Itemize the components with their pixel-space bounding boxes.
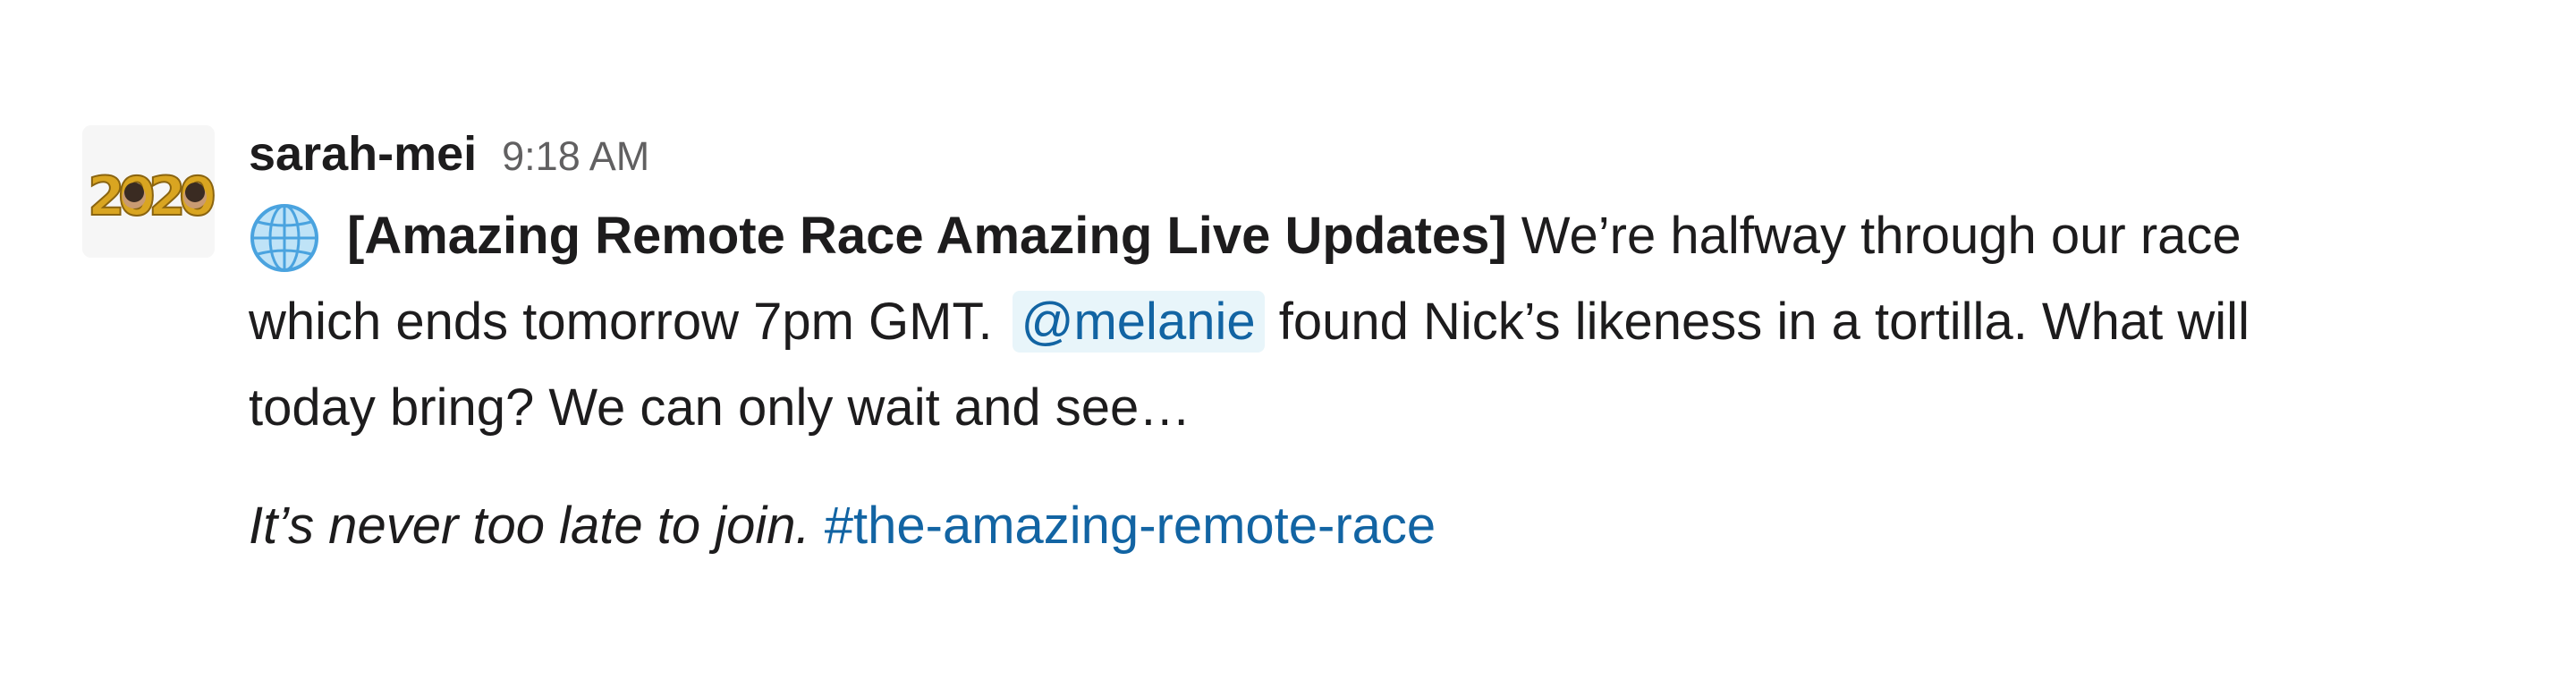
avatar[interactable]: 2 0 2 0 bbox=[82, 125, 215, 258]
channel-link[interactable]: #the-amazing-remote-race bbox=[825, 497, 1436, 555]
message-item[interactable]: 2 0 2 0 sarah-mei 9:18 AM bbox=[0, 0, 2576, 680]
message-text: today bring? We can only wait and see… bbox=[249, 378, 1191, 437]
message-footer: It’s never too late to join. #the-amazin… bbox=[249, 483, 1436, 569]
message-line-3: today bring? We can only wait and see… bbox=[249, 365, 2538, 451]
message-line-1: [Amazing Remote Race Amazing Live Update… bbox=[249, 193, 2538, 279]
message-text: which ends tomorrow 7pm GMT. bbox=[249, 293, 993, 351]
sender-name[interactable]: sarah-mei bbox=[249, 127, 477, 181]
message-italic-text: It’s never too late to join. bbox=[249, 497, 810, 555]
message-line-2: which ends tomorrow 7pm GMT. @melanie fou… bbox=[249, 279, 2538, 365]
message-text: found Nick’s likeness in a tortilla. Wha… bbox=[1264, 293, 2250, 351]
message-timestamp[interactable]: 9:18 AM bbox=[502, 133, 649, 179]
message-title: [Amazing Remote Race Amazing Live Update… bbox=[347, 207, 1507, 265]
message-header: sarah-mei 9:18 AM bbox=[249, 118, 649, 190]
user-mention[interactable]: @melanie bbox=[1012, 291, 1265, 353]
balloons-2020-avatar: 2 0 2 0 bbox=[82, 125, 215, 258]
message-text: We’re halfway through our race bbox=[1506, 207, 2241, 265]
message-body: [Amazing Remote Race Amazing Live Update… bbox=[249, 193, 2538, 451]
globe-icon bbox=[249, 193, 335, 279]
